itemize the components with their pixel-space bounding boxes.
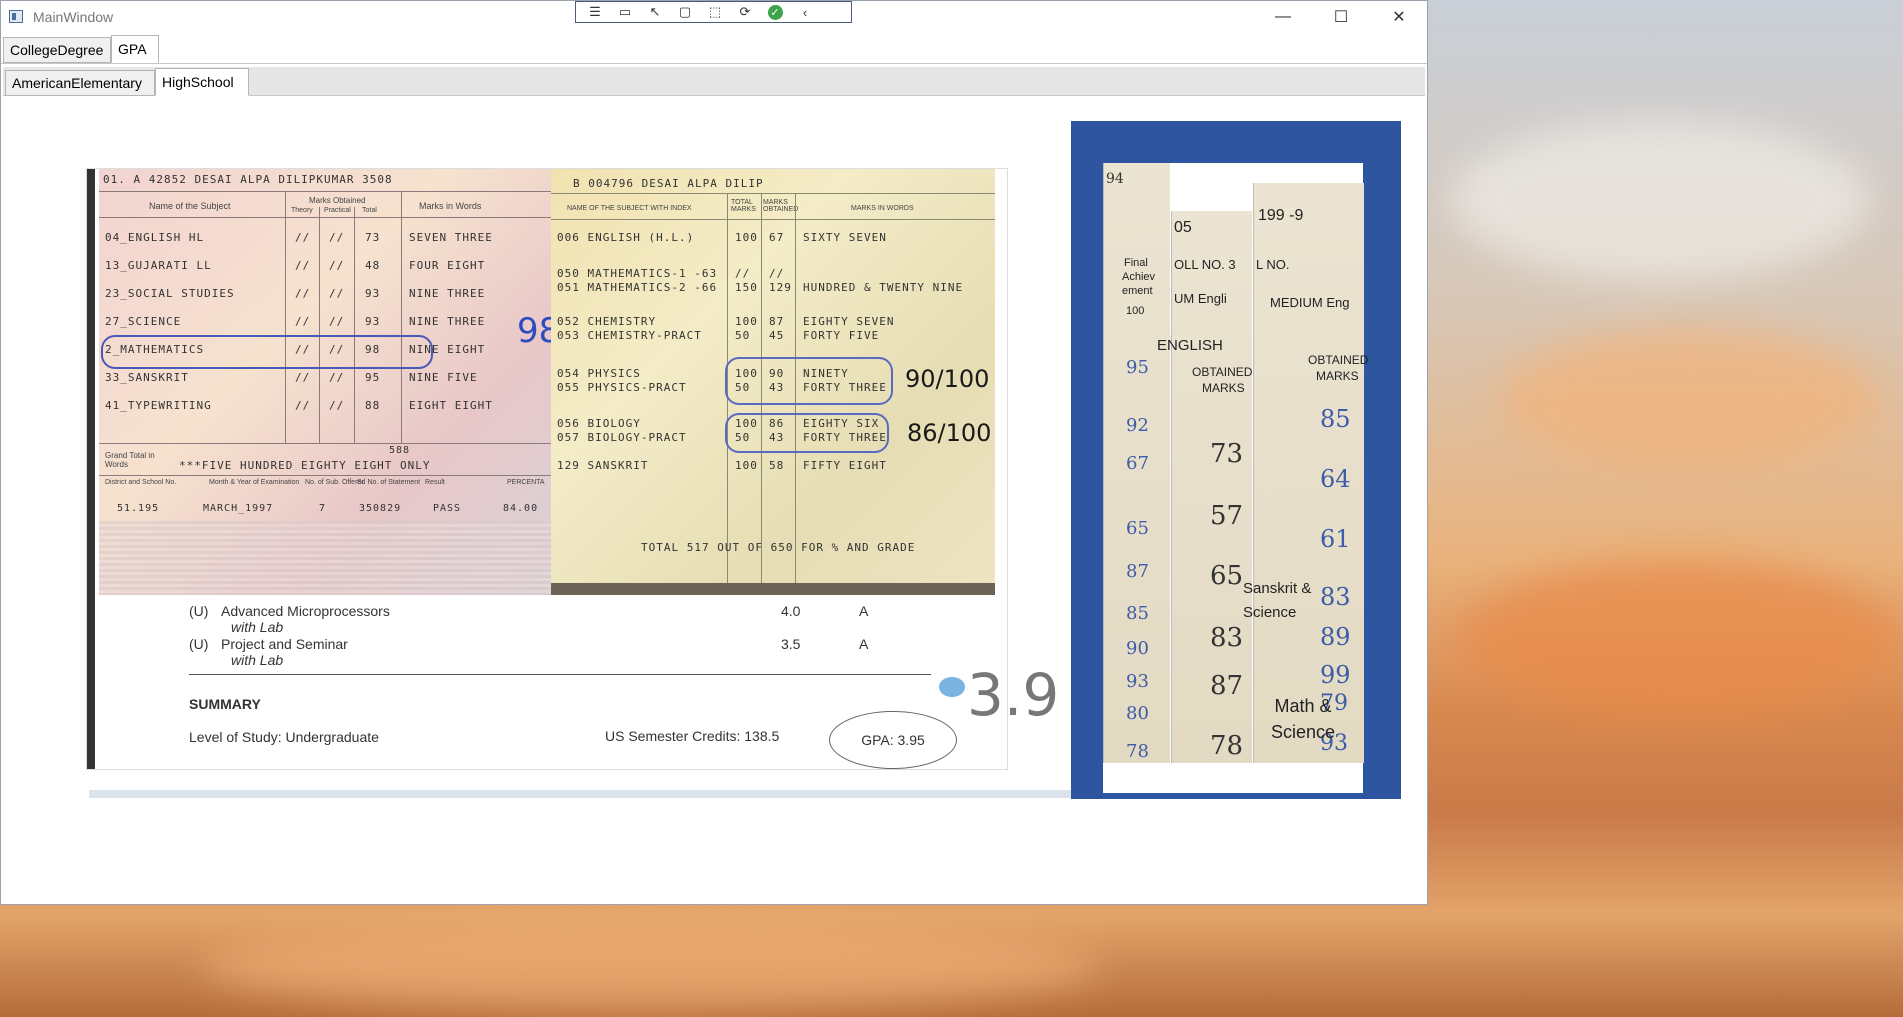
tab-high-school[interactable]: HighSchool <box>155 68 249 96</box>
debug-toolbar: ☰ ▭ ↖ ▢ ⬚ ⟳ ✓ ‹ <box>575 1 852 23</box>
ms1-col-theory: Theory <box>291 207 313 214</box>
physics-annotation: 90/100 <box>905 365 990 393</box>
ms1-fine-print <box>99 521 551 595</box>
label-sanskrit-science: Sanskrit & Science <box>1243 580 1312 621</box>
ms1-col-total: Total <box>362 207 377 214</box>
hot-reload-icon[interactable]: ⟳ <box>730 2 760 22</box>
biology-annotation: 86/100 <box>907 419 992 447</box>
cursor-highlight-dot <box>939 677 965 697</box>
desktop-cloud <box>200 920 1100 1010</box>
ms2-total-line: TOTAL 517 OUT OF 650 FOR % AND GRADE <box>641 541 916 554</box>
ms2-footer-band <box>551 583 995 595</box>
ms2-col-subject: NAME OF THE SUBJECT WITH INDEX <box>567 205 692 212</box>
label-math-science: Math & Science <box>1270 696 1336 742</box>
desktop-cloud <box>1500 330 1880 470</box>
ms1-grand-total-label: Grand Total in Words <box>105 451 155 469</box>
record-icon[interactable]: ▭ <box>610 2 640 22</box>
level-of-study: Level of Study: Undergraduate <box>189 729 379 745</box>
track-focus-icon[interactable]: ⬚ <box>700 2 730 22</box>
marks-column-2: 05 OLL NO. 3 UM Engli OBTAINED MARKS 73 … <box>1171 211 1252 763</box>
ms2-col-obtained: MARKS OBTAINED <box>763 199 799 213</box>
ms1-col-practical: Practical <box>324 207 351 214</box>
ms2-col-total: TOTAL MARKS <box>731 199 756 213</box>
scan-edge <box>87 169 95 769</box>
desktop-cloud <box>1460 560 1900 720</box>
math-highlight-circle <box>101 335 433 369</box>
marks-column-1: 94 Final Achiev ement 100 95 92 67 65 87… <box>1103 163 1170 763</box>
title-bar[interactable]: MainWindow ☰ ▭ ↖ ▢ ⬚ ⟳ ✓ ‹ — ☐ ✕ <box>1 1 1427 33</box>
handwritten-gpa: 3.9 <box>967 661 1060 729</box>
ms1-col-words: Marks in Words <box>419 201 482 211</box>
marksheet-ssc-scan: 01. A 42852 DESAI ALPA DILIPKUMAR 3508 N… <box>99 169 637 595</box>
ms1-header: 01. A 42852 DESAI ALPA DILIPKUMAR 3508 <box>103 173 393 186</box>
horizontal-scrollbar[interactable] <box>89 790 1089 798</box>
app-icon <box>9 10 23 23</box>
marksheet-composite-image: 01. A 42852 DESAI ALPA DILIPKUMAR 3508 N… <box>87 169 1059 769</box>
right-marksheet-panel: 94 Final Achiev ement 100 95 92 67 65 87… <box>1071 121 1401 799</box>
minimize-button[interactable]: — <box>1254 1 1312 33</box>
marksheet-hsc-scan: B 004796 DESAI ALPA DILIP NAME OF THE SU… <box>551 169 995 595</box>
tab-college-degree[interactable]: CollegeDegree <box>3 37 111 63</box>
marks-column-3: 199 -9 L NO. MEDIUM Eng OBTAINED MARKS 8… <box>1253 183 1368 763</box>
maximize-button[interactable]: ☐ <box>1312 1 1370 33</box>
window-title: MainWindow <box>33 9 114 25</box>
live-tree-icon[interactable]: ☰ <box>580 2 610 22</box>
main-window: MainWindow ☰ ▭ ↖ ▢ ⬚ ⟳ ✓ ‹ — ☐ ✕ College… <box>0 0 1428 905</box>
ms1-grand-total-words: ***FIVE HUNDRED EIGHTY EIGHT ONLY <box>179 459 431 472</box>
sub-tab-strip: AmericanElementary HighSchool <box>3 67 1425 96</box>
physics-highlight-circle <box>725 357 893 405</box>
summary-title: SUMMARY <box>189 696 261 712</box>
right-marksheet-image: 94 Final Achiev ement 100 95 92 67 65 87… <box>1103 163 1368 793</box>
ms2-header: B 004796 DESAI ALPA DILIP <box>573 177 764 190</box>
label-english: ENGLISH <box>1157 337 1223 354</box>
collapse-icon[interactable]: ‹ <box>790 2 820 22</box>
ms1-col-marks: Marks Obtained <box>309 196 366 205</box>
semester-credits: US Semester Credits: 138.5 <box>605 728 780 744</box>
biology-highlight-circle <box>725 413 889 453</box>
summary-divider <box>189 674 931 675</box>
display-layout-icon[interactable]: ▢ <box>670 2 700 22</box>
tab-gpa[interactable]: GPA <box>111 35 159 63</box>
desktop-cloud <box>1450 120 1870 280</box>
gpa-oval: GPA: 3.95 <box>829 711 957 769</box>
ms1-col-subject: Name of the Subject <box>149 201 231 211</box>
check-icon[interactable]: ✓ <box>760 2 790 22</box>
ms2-col-words: MARKS IN WORDS <box>851 205 914 212</box>
ms1-grand-total: 588 <box>389 445 411 456</box>
close-button[interactable]: ✕ <box>1370 1 1428 33</box>
select-element-icon[interactable]: ↖ <box>640 2 670 22</box>
divider <box>1 63 1427 64</box>
tab-american-elementary[interactable]: AmericanElementary <box>5 70 155 96</box>
